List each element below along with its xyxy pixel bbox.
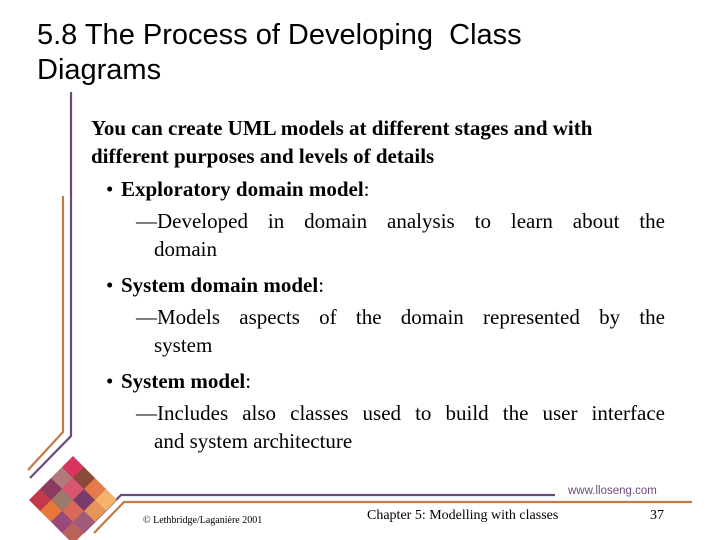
sub-item: —Models aspects of the domain represente… bbox=[91, 303, 665, 359]
bullet-icon: • bbox=[106, 369, 114, 393]
bullet-item: • System model: bbox=[91, 367, 665, 395]
sub-text-continued: and system architecture bbox=[154, 429, 353, 453]
bullet-item: • System domain model: bbox=[91, 271, 665, 299]
slide-title: 5.8 The Process of Developing Class Diag… bbox=[37, 19, 522, 86]
bullet-term: System domain model bbox=[121, 273, 319, 297]
slide-body: You can create UML models at different s… bbox=[91, 114, 665, 463]
sub-text-continued: system bbox=[154, 333, 213, 357]
slide: 5.8 The Process of Developing Class Diag… bbox=[0, 0, 720, 540]
website-url: www.lloseng.com bbox=[568, 485, 657, 497]
page-number: 37 bbox=[650, 508, 664, 523]
bullet-icon: • bbox=[106, 273, 114, 297]
sub-item: —Includes also classes used to build the… bbox=[91, 399, 665, 455]
bullet-suffix: : bbox=[245, 369, 252, 393]
sub-text-continued: domain bbox=[154, 237, 217, 261]
sub-text: —Models aspects of the domain represente… bbox=[136, 305, 665, 329]
bullet-suffix: : bbox=[363, 177, 370, 201]
bullet-item: • Exploratory domain model: bbox=[91, 175, 665, 203]
purple-border-line bbox=[29, 92, 73, 479]
intro-text: You can create UML models at different s… bbox=[91, 116, 593, 168]
bullet-suffix: : bbox=[318, 273, 325, 297]
chapter-title: Chapter 5: Modelling with classes bbox=[367, 508, 559, 523]
sub-item: —Developed in domain analysis to learn a… bbox=[91, 207, 665, 263]
sub-text: —Developed in domain analysis to learn a… bbox=[136, 209, 665, 233]
bullet-term: Exploratory domain model bbox=[121, 177, 364, 201]
orange-border-line bbox=[27, 196, 65, 471]
woven-diamond-logo bbox=[29, 456, 117, 540]
bullet-icon: • bbox=[106, 177, 114, 201]
bullet-term: System model bbox=[121, 369, 246, 393]
copyright-text: © Lethbridge/Laganière 2001 bbox=[143, 515, 263, 526]
sub-text: —Includes also classes used to build the… bbox=[136, 401, 665, 425]
